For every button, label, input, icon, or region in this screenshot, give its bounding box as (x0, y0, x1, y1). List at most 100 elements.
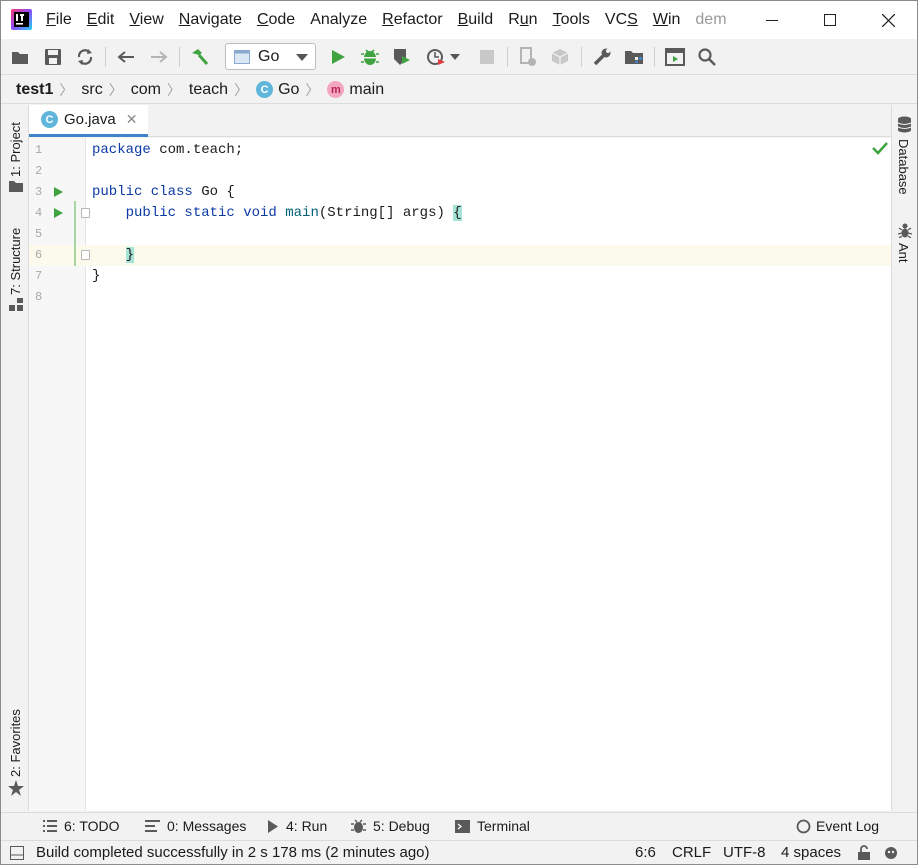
ant-tool-tab[interactable]: Ant (896, 243, 911, 263)
forward-button[interactable] (147, 45, 171, 69)
debug-tool-label: 5: Debug (373, 818, 430, 834)
maximize-button[interactable] (801, 1, 859, 39)
code-text: (String[] args) (318, 205, 454, 221)
code-line: 1 package com.teach; (29, 140, 891, 161)
stop-button[interactable] (475, 45, 499, 69)
line-separator[interactable]: CRLF (672, 844, 711, 861)
favorites-tool-tab[interactable]: 2: Favorites (8, 709, 23, 777)
menu-item-edit[interactable]: Edit (87, 11, 115, 29)
messages-tool-tab[interactable]: 0: Messages (145, 818, 246, 834)
coverage-icon (394, 49, 410, 65)
code-line: 3 public class Go { (29, 182, 891, 203)
build-project-button[interactable] (188, 45, 212, 69)
bottom-tool-strip: 6: TODO 0: Messages 4: Run 5: Debug Term… (1, 812, 917, 840)
settings-wrench-icon (593, 48, 611, 66)
code-line: 5 (29, 224, 891, 245)
open-folder-icon (12, 51, 28, 64)
menu-item-dem[interactable]: dem (695, 11, 726, 29)
caret-position[interactable]: 6:6 (635, 844, 656, 861)
menu-item-navigate[interactable]: Navigate (179, 11, 242, 29)
run-gutter-icon[interactable] (54, 187, 63, 197)
code-editor[interactable]: 1 package com.teach; 2 3 public class Go… (29, 138, 891, 811)
line-number: 1 (35, 143, 43, 157)
settings-button[interactable] (590, 45, 614, 69)
run-button[interactable] (326, 45, 350, 69)
minimize-button[interactable] (743, 1, 801, 39)
breadcrumb-folder-teach[interactable]: teach (189, 81, 228, 99)
project-tool-tab[interactable]: 1: Project (8, 122, 23, 177)
code-line: 8 (29, 287, 891, 308)
database-tool-tab[interactable]: Database (896, 139, 911, 195)
menu-item-build[interactable]: Build (458, 11, 494, 29)
breadcrumb-class[interactable]: C Go (256, 81, 299, 99)
menu-item-analyze[interactable]: Analyze (310, 11, 367, 29)
menu-item-refactor[interactable]: Refactor (382, 11, 442, 29)
presentation-icon (665, 48, 685, 66)
chevron-down-icon (450, 54, 460, 60)
line-number: 7 (35, 269, 43, 283)
line-number: 4 (35, 206, 43, 220)
attach-debugger-button[interactable] (516, 45, 540, 69)
terminal-icon (455, 819, 470, 833)
event-log-tool-tab[interactable]: Event Log (796, 818, 879, 834)
back-arrow-icon (117, 51, 134, 63)
save-icon (45, 49, 61, 65)
debug-button[interactable] (358, 45, 382, 69)
menu-item-view[interactable]: View (129, 11, 163, 29)
line-number: 2 (35, 164, 43, 178)
run-icon (332, 50, 345, 64)
todo-tool-tab[interactable]: 6: TODO (43, 818, 120, 834)
file-encoding[interactable]: UTF-8 (723, 844, 766, 861)
menu-item-win[interactable]: Win (653, 11, 681, 29)
toggle-tool-windows-icon[interactable] (10, 846, 24, 860)
run-configuration-select[interactable]: Go (225, 43, 316, 70)
breadcrumb-method-label: main (349, 80, 385, 98)
profile-button[interactable] (424, 45, 448, 69)
menu-item-code[interactable]: Code (257, 11, 295, 29)
ant-icon (897, 223, 913, 238)
menu-item-run[interactable]: Run (508, 11, 537, 29)
line-number: 3 (35, 185, 43, 199)
breadcrumb-folder-com[interactable]: com (131, 81, 161, 99)
close-icon[interactable]: ✕ (126, 111, 138, 128)
breadcrumb-project[interactable]: test1 (16, 81, 53, 99)
run-with-coverage-button[interactable] (390, 45, 414, 69)
inspector-icon[interactable] (883, 845, 899, 861)
fold-icon[interactable] (81, 250, 90, 260)
close-icon (881, 13, 895, 27)
minimize-icon (766, 20, 778, 21)
editor-tab-go-java[interactable]: C Go.java ✕ (29, 105, 148, 137)
breadcrumb-folder-src[interactable]: src (81, 81, 102, 99)
database-tool-label: Database (896, 139, 911, 195)
search-everywhere-button[interactable] (695, 45, 719, 69)
structure-tool-tab[interactable]: 7: Structure (8, 228, 23, 295)
code-keyword: public class (92, 184, 193, 200)
open-button[interactable] (9, 45, 33, 69)
menu-item-vcs[interactable]: VCS (605, 11, 638, 29)
project-tool-label: 1: Project (8, 122, 23, 177)
menu-item-file[interactable]: File (46, 11, 72, 29)
folder-icon (9, 181, 23, 192)
lock-icon[interactable] (857, 845, 871, 860)
close-window-button[interactable] (859, 1, 917, 39)
todo-tool-label: 6: TODO (64, 818, 120, 834)
save-all-button[interactable] (41, 45, 65, 69)
run-gutter-icon[interactable] (54, 208, 63, 218)
deploy-button[interactable] (549, 45, 573, 69)
terminal-tool-tab[interactable]: Terminal (455, 818, 530, 834)
synchronize-button[interactable] (73, 45, 97, 69)
presentation-mode-button[interactable] (663, 45, 687, 69)
run-tool-tab[interactable]: 4: Run (267, 818, 327, 834)
back-button[interactable] (114, 45, 138, 69)
menu-item-tools[interactable]: Tools (553, 11, 590, 29)
indent-setting[interactable]: 4 spaces (781, 844, 841, 861)
application-config-icon (234, 49, 250, 64)
breadcrumb-method[interactable]: m main (327, 81, 384, 99)
project-structure-button[interactable] (622, 45, 646, 69)
fold-icon[interactable] (81, 208, 90, 218)
code-text: } (92, 268, 101, 284)
database-icon (897, 116, 912, 133)
debug-tool-tab[interactable]: 5: Debug (351, 818, 430, 834)
status-message[interactable]: Build completed successfully in 2 s 178 … (36, 844, 430, 861)
profile-dropdown[interactable] (448, 45, 462, 69)
